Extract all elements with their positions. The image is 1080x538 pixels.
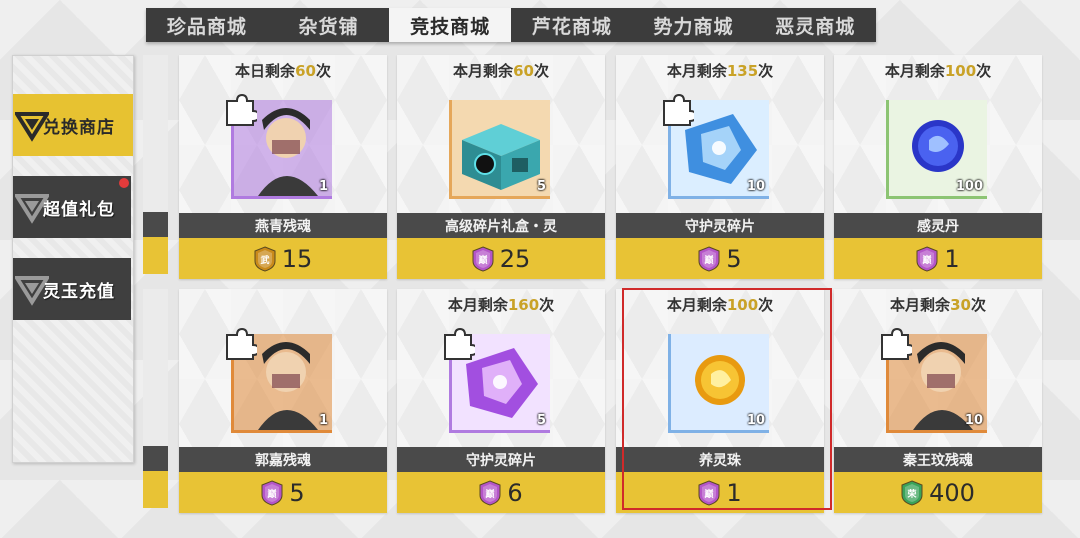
item-price[interactable]: 巅6 (397, 472, 605, 513)
currency-badge-icon: 巅 (916, 245, 938, 272)
item-name: 秦王玟残魂 (834, 447, 1042, 472)
item-quantity: 10 (964, 413, 983, 428)
item-quantity: 1 (318, 413, 328, 428)
item-quantity: 5 (536, 179, 546, 194)
price-value: 15 (281, 244, 313, 273)
sidebar-item-label: 灵玉充值 (43, 281, 115, 302)
sidebar-item-label: 兑换商店 (43, 117, 115, 138)
item-price[interactable]: 巅 25 (397, 238, 605, 279)
item-price[interactable]: 巅5 (179, 472, 387, 513)
tab-evil-spirit-shop[interactable]: 恶灵商城 (754, 8, 876, 42)
purchase-limit: 本月剩余60次 (453, 62, 549, 80)
item-quantity: 10 (746, 179, 765, 194)
puzzle-piece-icon (881, 327, 912, 360)
shop-item-card[interactable]: 1 郭嘉残魂 巅5 (179, 289, 387, 513)
gift-box-icon: 5 (449, 100, 550, 199)
sidebar-item-exchange-shop[interactable]: 兑换商店 (13, 94, 133, 156)
currency-badge-icon: 荣 (901, 479, 923, 506)
sidebar: 兑换商店 超值礼包 灵玉充值 (12, 55, 134, 463)
svg-text:巅: 巅 (267, 488, 277, 500)
shop-item-card[interactable]: 本月剩余60次 5 高级碎片礼盒・灵 巅 25 (397, 55, 605, 279)
shop-item-card[interactable]: 本月剩余100次 100 感灵丹 巅1 (834, 55, 1042, 279)
tab-treasure-shop[interactable]: 珍品商城 (146, 8, 268, 42)
blue-orb-icon: 100 (886, 100, 987, 199)
price-value: 6 (507, 478, 523, 507)
shop-tab-bar: 珍品商城 杂货铺 竞技商城 芦花商城 势力商城 恶灵商城 (146, 8, 876, 42)
puzzle-piece-icon (663, 93, 694, 126)
item-name: 守护灵碎片 (397, 447, 605, 472)
svg-text:巅: 巅 (922, 254, 932, 266)
item-quantity: 5 (536, 413, 546, 428)
tab-faction-shop[interactable]: 势力商城 (633, 8, 755, 42)
item-quantity: 1 (318, 179, 328, 194)
svg-text:巅: 巅 (704, 488, 714, 500)
sidebar-item-label: 超值礼包 (43, 199, 115, 220)
item-price[interactable]: 武 15 (179, 238, 387, 279)
price-value: 1 (944, 244, 960, 273)
purchase-limit: 本月剩余30次 (890, 296, 986, 314)
purchase-limit: 本月剩余100次 (666, 296, 774, 314)
item-name: 守护灵碎片 (616, 213, 824, 238)
partial-card-edge (143, 289, 168, 508)
sidebar-item-jade-recharge[interactable]: 灵玉充值 (13, 258, 131, 320)
item-name: 燕青残魂 (179, 213, 387, 238)
svg-text:武: 武 (260, 254, 269, 266)
svg-text:巅: 巅 (704, 254, 714, 266)
item-name: 高级碎片礼盒・灵 (397, 213, 605, 238)
price-value: 5 (289, 478, 305, 507)
item-price[interactable]: 巅5 (616, 238, 824, 279)
item-quantity: 100 (955, 179, 983, 194)
item-name: 郭嘉残魂 (179, 447, 387, 472)
purchase-limit: 本月剩余160次 (447, 296, 555, 314)
puzzle-piece-icon (226, 327, 257, 360)
currency-badge-icon: 武 (254, 245, 276, 272)
currency-badge-icon: 巅 (479, 479, 501, 506)
svg-text:荣: 荣 (907, 488, 918, 500)
item-price[interactable]: 巅1 (616, 472, 824, 513)
currency-badge-icon: 巅 (472, 245, 494, 272)
shop-item-card[interactable]: 本月剩余100次 10 养灵珠 巅1 (616, 289, 824, 513)
currency-badge-icon: 巅 (261, 479, 283, 506)
currency-badge-icon: 巅 (698, 479, 720, 506)
item-name: 感灵丹 (834, 213, 1042, 238)
purchase-limit: 本月剩余100次 (884, 62, 992, 80)
purchase-limit: 本月剩余135次 (666, 62, 774, 80)
tab-grocery[interactable]: 杂货铺 (268, 8, 390, 42)
price-value: 400 (929, 478, 975, 507)
shop-item-card[interactable]: 本月剩余135次 10 守护灵碎片 巅5 (616, 55, 824, 279)
puzzle-piece-icon (226, 93, 257, 126)
purchase-limit: 本日剩余60次 (235, 62, 331, 80)
item-price[interactable]: 荣 400 (834, 472, 1042, 513)
puzzle-piece-icon (444, 327, 475, 360)
item-quantity: 10 (746, 413, 765, 428)
shop-item-card[interactable]: 本月剩余160次 5 守护灵碎片 巅6 (397, 289, 605, 513)
sidebar-item-value-pack[interactable]: 超值礼包 (13, 176, 131, 238)
tab-arena-shop[interactable]: 竞技商城 (389, 8, 512, 42)
svg-text:巅: 巅 (485, 488, 495, 500)
price-value: 5 (726, 244, 742, 273)
item-price[interactable]: 巅1 (834, 238, 1042, 279)
tab-reed-shop[interactable]: 芦花商城 (511, 8, 633, 42)
svg-text:巅: 巅 (477, 254, 487, 266)
partial-card-edge (143, 55, 168, 274)
price-value: 1 (726, 478, 742, 507)
price-value: 25 (499, 244, 531, 273)
shop-item-card[interactable]: 本月剩余30次 10 秦王玟残魂 荣 400 (834, 289, 1042, 513)
shop-item-card[interactable]: 本日剩余60次 1 燕青残魂 武 15 (179, 55, 387, 279)
notification-dot (119, 178, 129, 188)
gold-orb-icon: 10 (668, 334, 769, 433)
currency-badge-icon: 巅 (698, 245, 720, 272)
item-name: 养灵珠 (616, 447, 824, 472)
